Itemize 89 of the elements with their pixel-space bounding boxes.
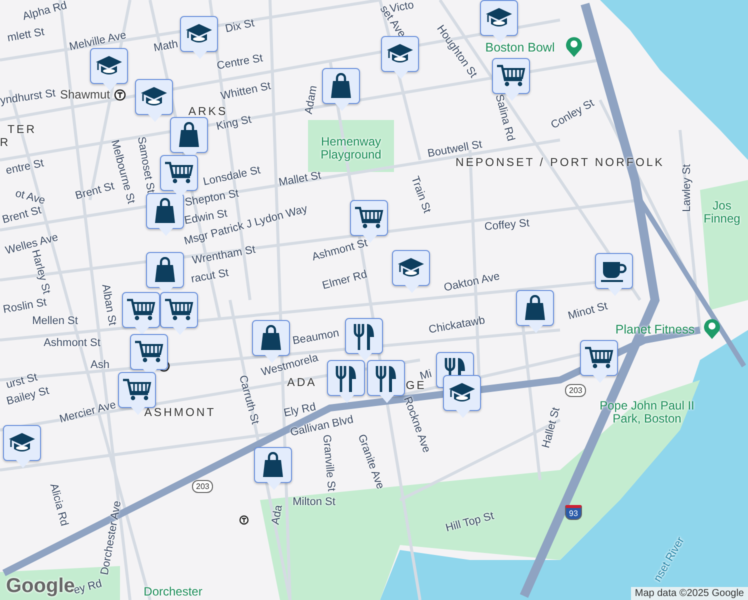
park-label: Hemenway Playground <box>320 135 382 161</box>
street-label: Ashmont St <box>44 338 100 350</box>
place-label: Boston Bowl <box>485 41 555 55</box>
park-label: Dorchester <box>142 586 204 598</box>
fork-knife-icon <box>374 364 398 392</box>
park-label: Jos Finneg <box>702 199 742 225</box>
street-label: Ash <box>90 360 110 372</box>
street-label: Alban St <box>98 284 118 326</box>
neighborhood-label: TER <box>8 124 36 136</box>
street-label: Samoset St <box>134 136 156 194</box>
neighborhood-label: GE <box>406 380 426 392</box>
street-label: Alicia Rd <box>46 482 70 528</box>
shopping-cart-icon <box>164 297 194 323</box>
route-shield: 203 <box>565 384 586 397</box>
street-label: Coffey St <box>484 218 530 234</box>
map-attribution[interactable]: Map data ©2025 Google <box>630 587 748 600</box>
street-label: Oakton Ave <box>443 271 501 295</box>
street-label: Train St <box>408 175 432 215</box>
place-marker-icon[interactable] <box>565 36 583 58</box>
street-label: Dix St <box>224 18 256 36</box>
station-label: Shawmut <box>60 88 110 102</box>
route-shield: 93 <box>565 505 582 520</box>
neighborhood-label: ASHMONT <box>144 406 216 420</box>
street-label: Roslin St <box>2 298 48 316</box>
street-label: Mallet St <box>278 170 322 190</box>
shopping-cart-icon <box>122 377 152 403</box>
street-label: ey Rd <box>72 578 104 598</box>
street-label: Edwin St <box>184 208 228 227</box>
neighborhood-label: ADA <box>287 376 317 390</box>
shopping-bag-icon <box>153 257 177 283</box>
street-label: Lawley St <box>682 164 694 212</box>
street-label: Ada <box>270 504 286 526</box>
neighborhood-label: R <box>0 136 10 150</box>
route-shield: 203 <box>192 480 214 493</box>
street-label: Whitten St <box>220 81 272 103</box>
park-label: Pope John Paul II Park, Boston <box>599 399 695 425</box>
shopping-bag-icon <box>177 122 201 148</box>
street-label: Mellen St <box>32 316 78 328</box>
street-label: entre St <box>4 158 46 178</box>
shopping-bag-icon <box>329 73 353 99</box>
shopping-cart-icon <box>164 160 194 186</box>
street-label: Brent St <box>1 205 43 227</box>
shopping-bag-icon <box>523 295 547 321</box>
street-label: Adam <box>304 84 320 116</box>
street-label: racut St <box>190 268 230 286</box>
place-marker-icon[interactable] <box>703 318 721 340</box>
street-label: Hill Top St <box>444 511 496 535</box>
street-label: Granite Ave <box>354 433 386 491</box>
fork-knife-icon <box>334 364 358 392</box>
shopping-cart-icon <box>354 205 384 231</box>
street-label: Dorchester Ave <box>100 500 124 576</box>
street-label: Melville Ave <box>68 30 128 54</box>
shopping-cart-icon <box>584 345 614 371</box>
street-label: ot Ave <box>14 188 46 207</box>
street-label: Shepton St <box>184 188 240 210</box>
shopping-cart-icon <box>126 297 156 323</box>
street-label: Mercier Ave <box>58 400 118 426</box>
street-label: Chickatawb <box>428 315 486 337</box>
street-label: Milton St <box>292 497 336 509</box>
street-label: Lonsdale St <box>202 165 262 189</box>
street-label: Elmer Rd <box>321 270 369 292</box>
street-label: Rockne Ave <box>400 396 432 454</box>
shopping-bag-icon <box>259 325 283 351</box>
street-label: Minot St <box>567 301 609 323</box>
street-label: Granville St <box>320 434 336 492</box>
street-label: Centre St <box>216 53 264 73</box>
street-label: Ely Rd <box>282 402 318 420</box>
street-label: Beaumon <box>292 328 340 348</box>
street-label: Carruth St <box>236 374 260 426</box>
shopping-cart-icon <box>134 339 164 365</box>
street-label: Salina Rd <box>492 93 516 143</box>
street-label: Wrentham St <box>191 244 257 268</box>
shopping-bag-icon <box>261 452 285 478</box>
shopping-cart-icon <box>496 63 526 89</box>
shopping-bag-icon <box>153 198 177 224</box>
street-label: Hallet St <box>541 406 563 450</box>
google-logo: Google <box>6 575 75 598</box>
street-label: urst St <box>5 372 39 392</box>
fork-knife-icon <box>352 322 376 350</box>
transit-stop-icon <box>114 89 126 101</box>
street-label: yndhurst St <box>0 88 56 108</box>
street-label: Ashmont St <box>311 238 369 264</box>
street-label: Math <box>152 39 180 55</box>
place-label: Planet Fitness <box>615 323 695 337</box>
coffee-cup-icon <box>600 259 628 283</box>
neighborhood-label: NEPONSET / PORT NORFOLK <box>456 156 664 170</box>
street-label: Alpha Rd <box>22 0 68 24</box>
street-label: mlett St <box>6 27 46 45</box>
transit-stop-icon <box>239 515 249 525</box>
